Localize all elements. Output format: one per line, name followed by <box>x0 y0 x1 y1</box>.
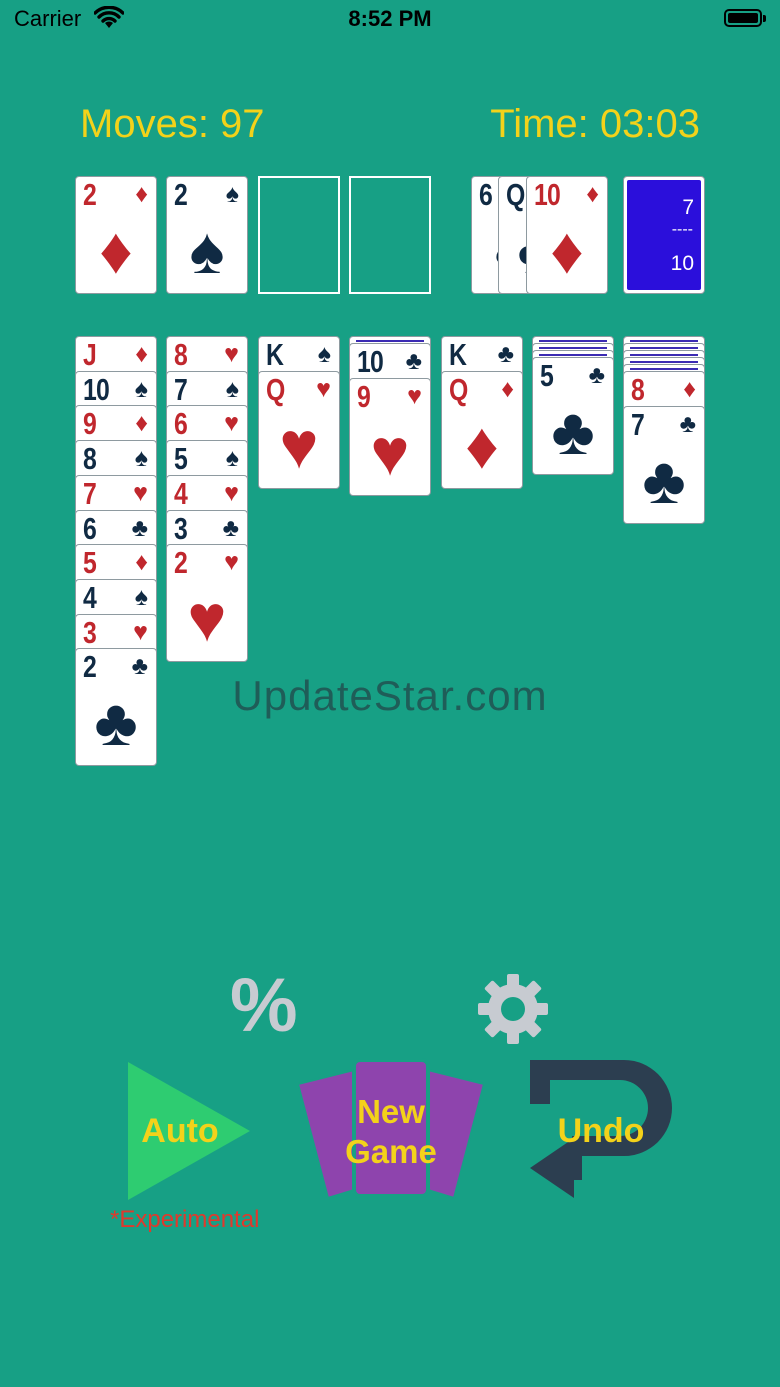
card-rank: 4 <box>83 579 97 615</box>
card-rank: J <box>83 337 97 372</box>
watermark: UpdateStar.com <box>232 672 548 719</box>
card-rank: K <box>266 337 284 372</box>
card-suit-small: ♠ <box>225 444 239 473</box>
card-rank: 10 <box>357 344 384 379</box>
card-suit-large: ♦ <box>550 213 584 287</box>
card-rank: 7 <box>83 475 97 511</box>
tableau-card[interactable]: 7 ♣ ♣ <box>623 405 705 524</box>
card-rank: 3 <box>83 614 97 650</box>
new-game-label-line1: New <box>357 1093 425 1130</box>
card-suit-small: ♠ <box>225 374 239 403</box>
card-suit-small: ♥ <box>316 374 331 403</box>
status-time: 8:52 PM <box>348 6 432 31</box>
card-rank: 6 <box>83 510 97 546</box>
card-suit-small: ♣ <box>497 340 514 368</box>
empty-foundation-slot[interactable] <box>258 176 340 294</box>
foundation-card[interactable]: 2 ♦ ♦ <box>75 176 157 294</box>
new-game-label: New Game <box>292 1092 490 1172</box>
card-rank: 5 <box>174 441 188 477</box>
card-rank: 2 <box>83 177 97 212</box>
card-suit-small: ♥ <box>224 340 239 368</box>
card-suit-small: ♥ <box>224 409 239 438</box>
card-rank: 9 <box>357 378 371 414</box>
card-suit-large: ♠ <box>189 213 225 287</box>
card-rank: 9 <box>83 406 97 442</box>
card-suit-large: ♥ <box>279 407 319 482</box>
card-suit-large: ♣ <box>642 442 686 517</box>
card-suit-small: ♠ <box>225 180 239 208</box>
card-suit-small: ♥ <box>133 617 148 646</box>
stock-pile[interactable]: 7 ---- 10 <box>623 176 705 294</box>
card-rank: 8 <box>174 337 188 372</box>
card-suit-small: ♥ <box>133 478 148 507</box>
card-suit-small: ♣ <box>405 347 422 375</box>
tableau-card[interactable]: 5 ♣ ♣ <box>532 357 614 475</box>
card-suit-large: ♥ <box>370 414 410 489</box>
card-suit-small: ♠ <box>134 582 148 611</box>
tableau-card[interactable]: 9 ♥ ♥ <box>349 377 431 496</box>
tableau-card[interactable]: Q ♦ ♦ <box>441 370 523 489</box>
waste-card[interactable]: 10 ♦ ♦ <box>526 176 608 294</box>
card-suit-small: ♣ <box>222 513 239 542</box>
auto-label: Auto <box>141 1112 219 1150</box>
game-timer: Time: 03:03 <box>490 102 700 146</box>
new-game-label-line2: Game <box>345 1133 437 1170</box>
card-rank: 10 <box>83 371 110 407</box>
card-suit-small: ♠ <box>134 374 148 403</box>
gear-icon[interactable] <box>476 972 550 1046</box>
card-suit-small: ♠ <box>134 444 148 473</box>
card-suit-large: ♦ <box>465 407 499 482</box>
card-rank: 8 <box>631 372 645 407</box>
card-suit-large: ♣ <box>551 394 595 468</box>
card-rank: Q <box>266 371 285 407</box>
foundation-card[interactable]: 2 ♠ ♠ <box>166 176 248 294</box>
card-rank: 3 <box>174 510 188 546</box>
card-rank: 6 <box>479 177 493 212</box>
card-rank: 2 <box>174 545 188 581</box>
card-rank: 5 <box>83 545 97 581</box>
card-rank: 2 <box>174 177 188 212</box>
status-bar: Carrier 8:52 PM <box>0 0 780 40</box>
statistics-button[interactable]: % <box>230 962 298 1049</box>
card-rank: 4 <box>174 475 188 511</box>
card-suit-small: ♦ <box>683 375 696 403</box>
stock-divider: ---- <box>671 221 693 238</box>
card-rank: Q <box>449 371 468 407</box>
empty-foundation-slot[interactable] <box>349 176 431 294</box>
card-suit-small: ♣ <box>679 409 696 438</box>
card-suit-small: ♥ <box>407 381 422 410</box>
card-suit-small: ♦ <box>135 340 148 368</box>
card-suit-small: ♦ <box>135 180 148 208</box>
card-rank: 6 <box>174 406 188 442</box>
card-rank: 8 <box>83 441 97 477</box>
card-suit-small: ♦ <box>586 180 599 208</box>
card-suit-small: ♦ <box>135 548 148 577</box>
tableau-card[interactable]: 2 ♥ ♥ <box>166 544 248 663</box>
card-rank: 7 <box>174 371 188 407</box>
experimental-note: *Experimental <box>110 1206 260 1233</box>
stock-count-bottom: 10 <box>670 252 694 275</box>
card-suit-small: ♦ <box>501 374 514 403</box>
card-rank: 7 <box>631 406 645 442</box>
battery-icon <box>724 9 766 27</box>
card-rank: K <box>449 337 467 372</box>
card-suit-large: ♥ <box>187 581 227 656</box>
card-suit-small: ♠ <box>317 340 331 368</box>
card-suit-small: ♥ <box>224 548 239 577</box>
card-suit-large: ♦ <box>99 213 133 287</box>
card-rank: 10 <box>534 177 561 212</box>
moves-counter: Moves: 97 <box>80 102 265 146</box>
card-rank: Q <box>506 177 525 212</box>
card-suit-small: ♣ <box>131 513 148 542</box>
card-suit-small: ♦ <box>135 409 148 438</box>
card-suit-small: ♣ <box>588 361 605 389</box>
card-suit-small: ♥ <box>224 478 239 507</box>
undo-label: Undo <box>557 1112 645 1150</box>
card-rank: 5 <box>540 358 554 393</box>
tableau-card[interactable]: Q ♥ ♥ <box>258 370 340 489</box>
stock-count-top: 7 <box>682 196 694 219</box>
